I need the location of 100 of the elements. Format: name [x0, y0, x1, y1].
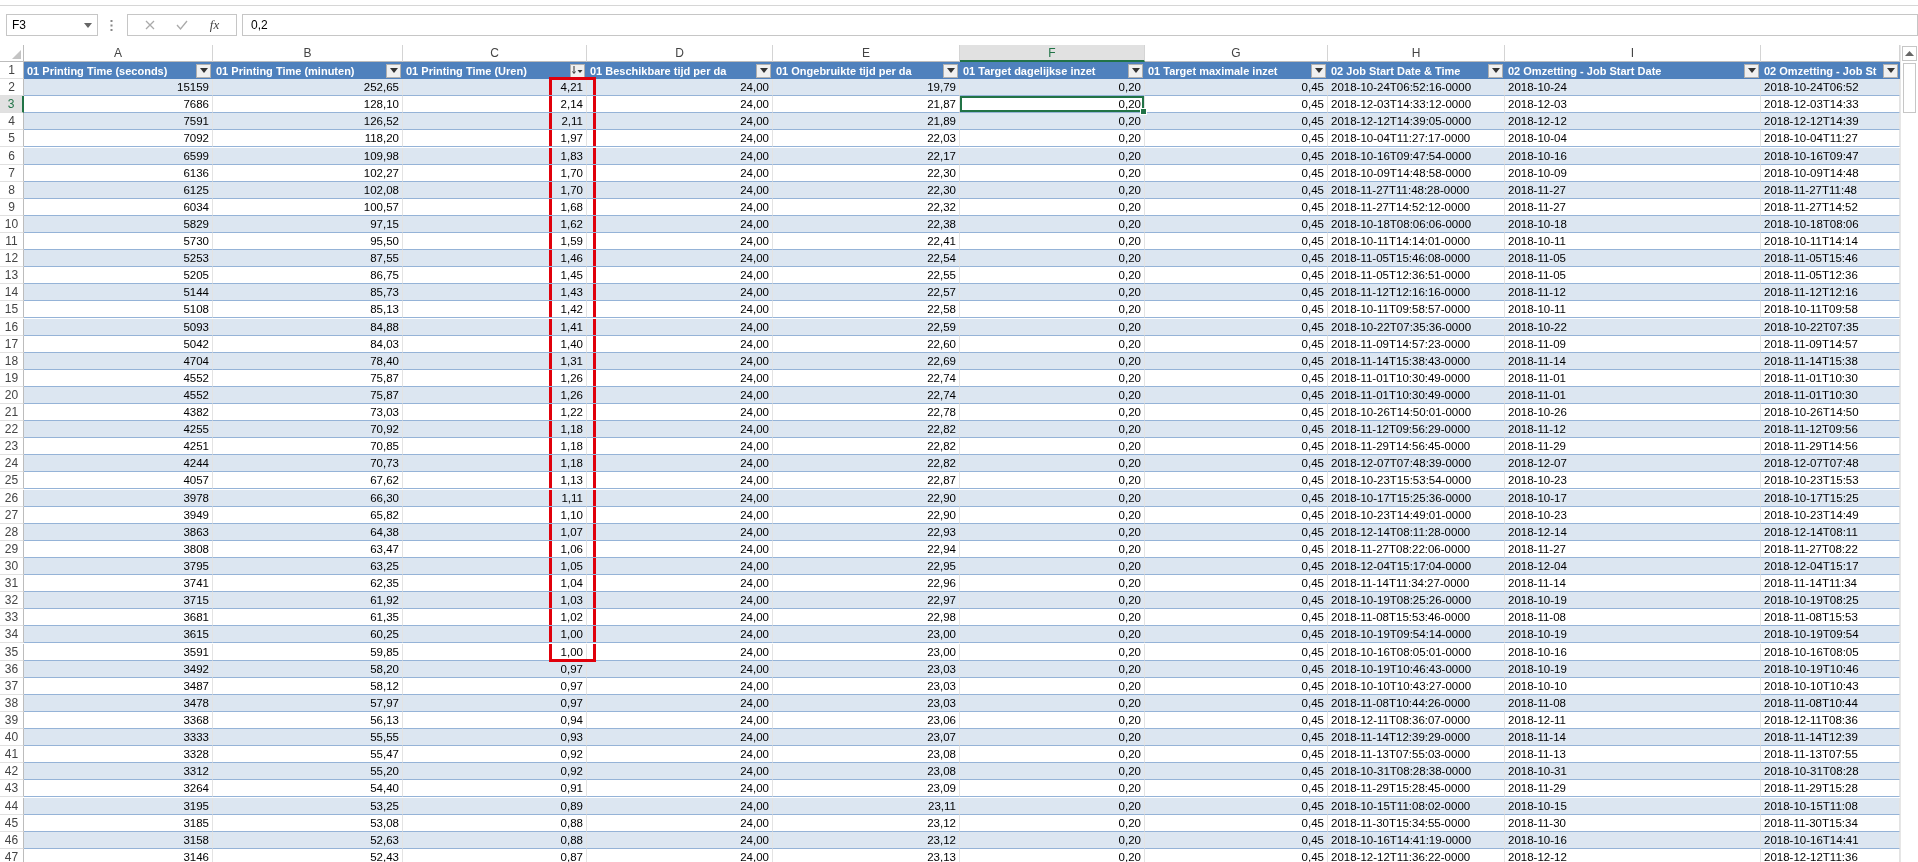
- column-heading[interactable]: G: [1145, 45, 1328, 62]
- scroll-up-button[interactable]: [1902, 46, 1917, 61]
- filter-button[interactable]: [1311, 63, 1326, 78]
- row-number[interactable]: 35: [0, 643, 24, 661]
- filter-button[interactable]: [1883, 63, 1898, 78]
- table-cell: 2018-12-12T14:39: [1761, 113, 1900, 131]
- table-cell: 0,45: [1145, 79, 1328, 97]
- row-number[interactable]: 31: [0, 575, 24, 593]
- row-number[interactable]: 2: [0, 79, 24, 97]
- table-cell: 55,55: [213, 729, 403, 747]
- table-cell: 24,00: [587, 797, 773, 815]
- row-number[interactable]: 5: [0, 130, 24, 148]
- table-cell: 252,65: [213, 79, 403, 97]
- sort-filter-button[interactable]: [570, 63, 585, 78]
- filter-button[interactable]: [1488, 63, 1503, 78]
- table-cell: 3978: [24, 489, 213, 507]
- dropdown-arrow-icon: [199, 68, 208, 74]
- table-cell: 22,90: [773, 506, 960, 524]
- table-cell: 21,89: [773, 113, 960, 131]
- table-cell: 2018-10-19: [1505, 592, 1761, 610]
- table-cell: 2018-12-12: [1505, 848, 1761, 862]
- table-cell: 2018-10-22T07:35:36-0000: [1328, 318, 1505, 336]
- row-number[interactable]: 40: [0, 729, 24, 747]
- table-cell: 2018-11-27: [1505, 198, 1761, 216]
- table-cell: 0,45: [1145, 284, 1328, 302]
- row-number[interactable]: 30: [0, 558, 24, 576]
- row-number[interactable]: 13: [0, 267, 24, 285]
- row-number[interactable]: 39: [0, 712, 24, 729]
- row-number[interactable]: 11: [0, 233, 24, 251]
- table-cell: 5093: [24, 318, 213, 336]
- table-cell: 2018-10-23T14:49:01-0000: [1328, 506, 1505, 524]
- table-cell: 2018-10-10: [1505, 677, 1761, 695]
- table-cell: 0,45: [1145, 369, 1328, 387]
- row-number[interactable]: 42: [0, 763, 24, 781]
- table-cell: 6599: [24, 147, 213, 165]
- column-heading[interactable]: A: [24, 45, 213, 62]
- filter-button[interactable]: [386, 63, 401, 78]
- table-cell: 23,13: [773, 848, 960, 862]
- column-heading[interactable]: D: [587, 45, 773, 62]
- column-heading[interactable]: H: [1328, 45, 1505, 62]
- row-number[interactable]: 12: [0, 250, 24, 268]
- table-cell: 0,20: [960, 164, 1145, 182]
- formula-field[interactable]: 0,2: [242, 14, 1918, 36]
- filter-button[interactable]: [196, 63, 211, 78]
- dropdown-arrow-icon[interactable]: [84, 22, 92, 28]
- row-number[interactable]: 4: [0, 113, 24, 131]
- table-cell: 22,59: [773, 318, 960, 336]
- column-heading[interactable]: B: [213, 45, 403, 62]
- filter-button[interactable]: [943, 63, 958, 78]
- table-cell: 2018-12-12T11:36:22-0000: [1328, 848, 1505, 862]
- fill-handle[interactable]: [1140, 108, 1147, 116]
- row-number[interactable]: 43: [0, 780, 24, 798]
- table-cell: 2018-10-19T08:25: [1761, 592, 1900, 610]
- table-cell: 24,00: [587, 592, 773, 610]
- table-cell: 2018-10-04T11:27:17-0000: [1328, 130, 1505, 148]
- column-heading[interactable]: F: [960, 45, 1145, 62]
- table-cell: 0,45: [1145, 729, 1328, 747]
- row-number[interactable]: 44: [0, 797, 24, 815]
- table-cell: 0,20: [960, 318, 1145, 336]
- table-cell: 0,45: [1145, 113, 1328, 131]
- row-number[interactable]: 16: [0, 318, 24, 336]
- insert-function-button[interactable]: fx: [209, 17, 220, 33]
- row-number[interactable]: 26: [0, 489, 24, 507]
- table-cell: 0,20: [960, 780, 1145, 798]
- scrollbar-thumb[interactable]: [1903, 63, 1916, 113]
- row-number[interactable]: 14: [0, 284, 24, 302]
- row-number[interactable]: 1: [0, 62, 24, 80]
- table-cell: 2018-10-23: [1505, 506, 1761, 524]
- filter-button[interactable]: [756, 63, 771, 78]
- table-cell: 0,20: [960, 147, 1145, 165]
- row-number[interactable]: 6: [0, 147, 24, 165]
- table-cell: 75,87: [213, 369, 403, 387]
- table-cell: 15159: [24, 79, 213, 97]
- filter-button[interactable]: [1128, 63, 1143, 78]
- table-cell: 24,00: [587, 79, 773, 97]
- table-cell: 2018-10-09: [1505, 164, 1761, 182]
- row-number[interactable]: 21: [0, 404, 24, 422]
- table-cell: 0,20: [960, 677, 1145, 695]
- row-number[interactable]: 3: [0, 96, 24, 114]
- table-cell: 0,87: [403, 848, 587, 862]
- table-cell: 2018-10-31: [1505, 763, 1761, 781]
- row-number[interactable]: 32: [0, 592, 24, 610]
- column-heading[interactable]: I: [1505, 45, 1761, 62]
- row-number[interactable]: 15: [0, 301, 24, 319]
- table-cell: 2018-11-12: [1505, 421, 1761, 439]
- column-heading[interactable]: C: [403, 45, 587, 62]
- more-options-icon[interactable]: [110, 19, 113, 31]
- row-number[interactable]: 22: [0, 421, 24, 439]
- table-cell: 0,45: [1145, 540, 1328, 558]
- row-number[interactable]: 25: [0, 472, 24, 490]
- checkmark-icon[interactable]: [176, 20, 189, 30]
- column-heading[interactable]: E: [773, 45, 960, 62]
- row-number[interactable]: 33: [0, 609, 24, 627]
- filter-button[interactable]: [1744, 63, 1759, 78]
- row-number[interactable]: 34: [0, 626, 24, 644]
- row-number[interactable]: 41: [0, 746, 24, 764]
- row-number[interactable]: 23: [0, 438, 24, 456]
- table-cell: 54,40: [213, 780, 403, 798]
- name-box[interactable]: F3: [6, 14, 98, 36]
- row-number[interactable]: 24: [0, 455, 24, 473]
